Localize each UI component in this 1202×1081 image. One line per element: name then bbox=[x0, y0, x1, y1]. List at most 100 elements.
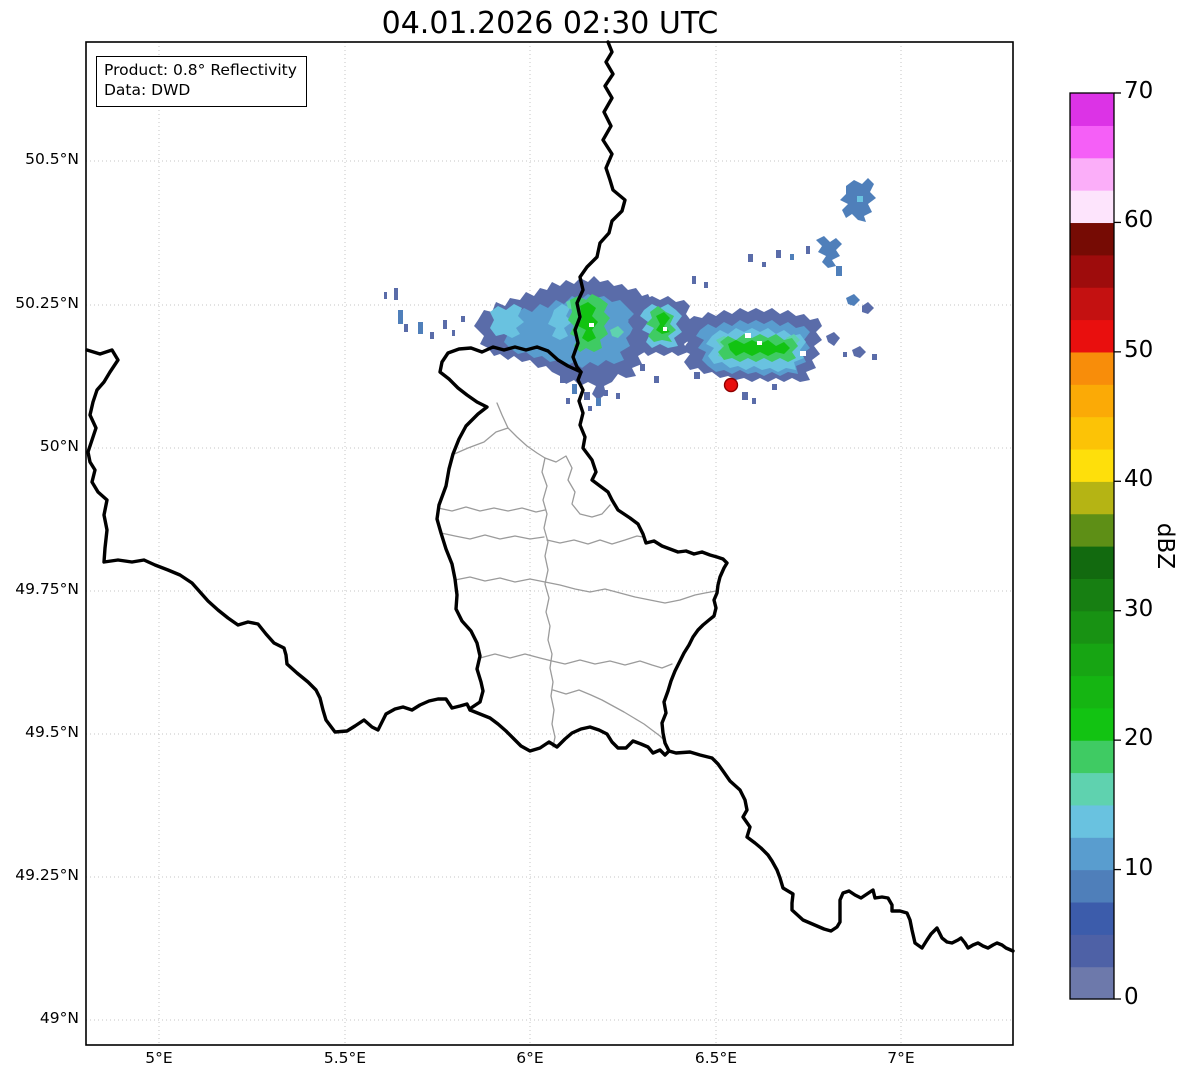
radar-echo-speck bbox=[430, 332, 434, 339]
radar-echo-cell bbox=[826, 332, 840, 346]
colorbar-segment bbox=[1070, 222, 1114, 256]
radar-echo-speck bbox=[872, 354, 877, 360]
radar-echo-speck bbox=[452, 330, 455, 336]
x-tick-label: 5°E bbox=[145, 1049, 173, 1067]
colorbar-segment bbox=[1070, 157, 1114, 191]
radar-echo-speck bbox=[752, 398, 756, 404]
country-border bbox=[667, 749, 1015, 953]
radar-echo-speck bbox=[776, 250, 781, 258]
colorbar-tick-label: 60 bbox=[1124, 207, 1154, 234]
colorbar-segment bbox=[1070, 125, 1114, 159]
radar-echo-speck bbox=[694, 372, 700, 379]
canton-border bbox=[454, 576, 717, 604]
radar-echo-speck bbox=[762, 262, 766, 267]
colorbar-tick-label: 50 bbox=[1124, 336, 1154, 363]
radar-echo-speck bbox=[560, 374, 566, 383]
colorbar-segment bbox=[1070, 546, 1114, 579]
radar-echo-cell bbox=[816, 236, 842, 268]
radar-echo-speck bbox=[588, 406, 592, 411]
radar-echo-cell bbox=[852, 346, 866, 358]
colorbar-segment bbox=[1070, 351, 1114, 385]
radar-echo-speck bbox=[404, 324, 408, 332]
canton-border bbox=[546, 535, 644, 545]
colorbar-segment bbox=[1070, 804, 1114, 838]
colorbar-segment bbox=[1070, 384, 1114, 418]
canton-border bbox=[541, 457, 556, 748]
colorbar-segment bbox=[1070, 934, 1114, 968]
colorbar bbox=[1069, 92, 1121, 1000]
y-tick-label: 49.75°N bbox=[15, 580, 79, 598]
colorbar-segment bbox=[1070, 93, 1114, 126]
radar-echo-speck bbox=[566, 398, 570, 404]
country-border bbox=[85, 348, 472, 734]
colorbar-tick-label: 20 bbox=[1124, 725, 1154, 752]
radar-site-marker bbox=[723, 377, 739, 393]
colorbar-segment bbox=[1070, 869, 1114, 903]
colorbar-axis-label: dBZ bbox=[1152, 522, 1178, 570]
radar-echo-speck bbox=[772, 384, 777, 390]
product-info-line: Product: 0.8° Reflectivity bbox=[104, 61, 297, 79]
radar-echo-speck bbox=[418, 322, 423, 334]
radar-echo-speck bbox=[616, 393, 620, 399]
y-tick-label: 49.25°N bbox=[15, 866, 79, 884]
colorbar-segment bbox=[1070, 254, 1114, 288]
radar-echo-cell bbox=[846, 294, 860, 306]
colorbar-segment bbox=[1070, 740, 1114, 774]
radar-echo-speck bbox=[757, 341, 762, 345]
radar-map-figure: 04.01.2026 02:30 UTC Product: 0.8° Refle… bbox=[0, 0, 1202, 1081]
colorbar-tick-label: 10 bbox=[1124, 854, 1154, 881]
colorbar-segment bbox=[1070, 610, 1114, 644]
radar-echo-speck bbox=[654, 376, 659, 383]
y-tick-label: 49.5°N bbox=[25, 723, 79, 741]
radar-echo-speck bbox=[640, 364, 645, 371]
x-tick-label: 7°E bbox=[887, 1049, 915, 1067]
radar-echo-cell bbox=[862, 302, 874, 314]
colorbar-tick-label: 0 bbox=[1124, 984, 1139, 1010]
colorbar-segment bbox=[1070, 675, 1114, 709]
colorbar-segment bbox=[1070, 190, 1114, 224]
colorbar-segment bbox=[1070, 416, 1114, 450]
radar-echo-speck bbox=[572, 384, 577, 394]
colorbar-segment bbox=[1070, 643, 1114, 677]
colorbar-tick-label: 70 bbox=[1124, 78, 1154, 104]
radar-echo-speck bbox=[806, 246, 810, 254]
colorbar-tick-label: 40 bbox=[1124, 466, 1154, 493]
x-tick-label: 6.5°E bbox=[694, 1049, 738, 1067]
country-border bbox=[435, 345, 729, 757]
product-info-box: Product: 0.8° Reflectivity Data: DWD bbox=[96, 56, 307, 107]
canton-border bbox=[496, 402, 509, 429]
x-tick-label: 6°E bbox=[516, 1049, 544, 1067]
radar-echo-speck bbox=[394, 288, 398, 300]
radar-echo-speck bbox=[692, 276, 696, 284]
y-tick-label: 50.5°N bbox=[25, 150, 79, 168]
radar-echo-speck bbox=[398, 310, 403, 324]
colorbar-segment bbox=[1070, 707, 1114, 741]
colorbar-segment bbox=[1070, 901, 1114, 935]
colorbar-segment bbox=[1070, 772, 1114, 806]
colorbar-segment bbox=[1070, 287, 1114, 321]
radar-echo-speck bbox=[748, 254, 753, 262]
radar-echo-layer bbox=[384, 178, 877, 411]
y-tick-label: 50°N bbox=[39, 437, 79, 455]
radar-echo-speck bbox=[663, 327, 667, 331]
radar-echo-speck bbox=[604, 390, 608, 396]
radar-echo-speck bbox=[704, 282, 708, 288]
colorbar-segment bbox=[1070, 837, 1114, 871]
colorbar-segment bbox=[1070, 319, 1114, 353]
canton-border bbox=[479, 653, 673, 669]
radar-echo-speck bbox=[836, 266, 842, 276]
colorbar-segment bbox=[1070, 578, 1114, 612]
radar-echo-speck bbox=[800, 351, 806, 356]
radar-echo-speck bbox=[589, 323, 594, 327]
radar-echo-speck bbox=[857, 196, 863, 202]
radar-echo-speck bbox=[384, 292, 387, 299]
x-tick-label: 5.5°E bbox=[323, 1049, 367, 1067]
radar-echo-speck bbox=[443, 320, 447, 329]
colorbar-segment bbox=[1070, 481, 1114, 515]
radar-echo-speck bbox=[461, 316, 465, 322]
country-border-layer bbox=[85, 40, 1015, 953]
colorbar-tick-label: 30 bbox=[1124, 595, 1154, 622]
radar-echo-speck bbox=[790, 254, 794, 260]
colorbar-segment bbox=[1070, 966, 1114, 1000]
radar-echo-speck bbox=[745, 333, 751, 338]
